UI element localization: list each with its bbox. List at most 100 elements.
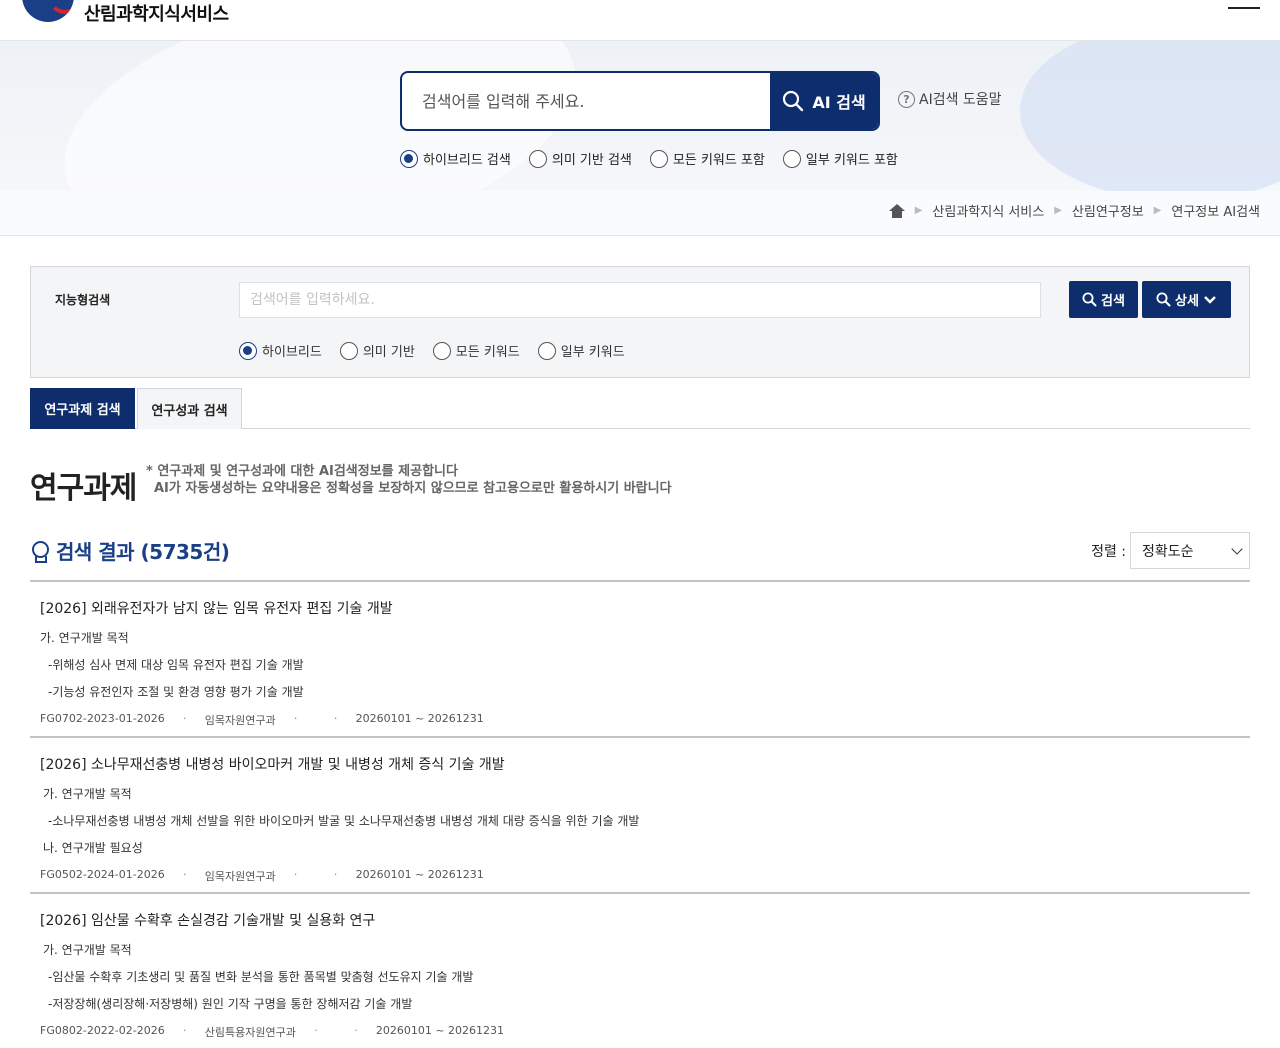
top-header: 산림과학지식서비스 [0, 0, 1280, 41]
filter-mode-all-keywords[interactable]: 모든 키워드 [432, 341, 520, 360]
hero-mode-semantic[interactable]: 의미 기반 검색 [528, 149, 632, 168]
home-icon[interactable] [888, 203, 905, 218]
detail-search-button[interactable]: 상세 [1142, 281, 1231, 318]
logo-emblem-icon[interactable] [22, 0, 74, 22]
filter-mode-hybrid[interactable]: 하이브리드 [239, 341, 322, 360]
result-summary-line: 가. 연구개발 목적 [43, 787, 132, 801]
meta-separator: · [333, 868, 338, 881]
filter-mode-group: 하이브리드 의미 기반 모든 키워드 일부 키워드 [239, 341, 625, 360]
search-icon [1156, 292, 1171, 307]
result-summary-line: -기능성 유전인자 조절 및 환경 영향 평가 기술 개발 [48, 685, 304, 699]
result-code: FG0502-2024-01-2026 [40, 868, 165, 881]
radio-selected[interactable] [400, 149, 418, 168]
meta-separator: · [183, 1024, 187, 1037]
search-tabs: 연구과제 검색 연구성과 검색 [30, 388, 1250, 429]
result-summary-line: 가. 연구개발 목적 [43, 943, 132, 957]
filter-mode-semantic[interactable]: 의미 기반 [339, 341, 415, 360]
ai-search-button-label: AI 검색 [812, 93, 866, 112]
site-title[interactable]: 산림과학지식서비스 [84, 0, 229, 26]
meta-separator: · [314, 1024, 318, 1037]
results-count-title: 검색 결과 (5735건) [56, 540, 230, 564]
meta-separator: · [354, 1024, 358, 1037]
result-meta: FG0502-2024-01-2026 · 임목자원연구과 · · 202601… [40, 868, 1240, 884]
breadcrumb-separator: ▶ [1054, 205, 1062, 216]
result-dept: 임목자원연구과 [204, 714, 276, 727]
chevron-down-icon [1204, 295, 1216, 304]
search-button-label: 검색 [1101, 294, 1125, 309]
breadcrumb-item[interactable]: 산림연구정보 [1072, 201, 1144, 220]
sort-select[interactable]: 정확도순 [1130, 532, 1250, 569]
ai-search-button[interactable]: AI 검색 [770, 73, 878, 129]
hero-mode-some-keywords[interactable]: 일부 키워드 포함 [782, 149, 898, 168]
intelligent-search-label: 지능형검색 [55, 293, 111, 307]
result-summary-line: 나. 연구개발 필요성 [43, 841, 143, 855]
ai-search-help-link[interactable]: ? AI검색 도움말 [898, 89, 1002, 109]
search-button[interactable]: 검색 [1069, 281, 1138, 318]
result-dept: 산림특용자원연구과 [204, 1026, 296, 1039]
results-header: 검색 결과 (5735건) [30, 536, 230, 565]
sort-selected-value: 정확도순 [1142, 543, 1194, 560]
radio[interactable] [528, 149, 547, 168]
radio[interactable] [432, 341, 451, 360]
help-icon: ? [898, 90, 915, 108]
radio-label: 모든 키워드 [455, 345, 520, 360]
result-title-link[interactable]: [2026] 외래유전자가 남지 않는 임목 유전자 편집 기술 개발 [40, 598, 1240, 618]
radio[interactable] [649, 149, 668, 168]
breadcrumb-item[interactable]: 연구정보 AI검색 [1171, 201, 1260, 220]
ai-search-input[interactable] [402, 73, 770, 129]
hero-mode-hybrid[interactable]: 하이브리드 검색 [400, 149, 511, 168]
breadcrumb-separator: ▶ [914, 205, 923, 216]
result-code: FG0802-2022-02-2026 [40, 1024, 165, 1037]
radio-label: 하이브리드 검색 [423, 153, 511, 168]
radio-label: 일부 키워드 포함 [805, 153, 898, 168]
notice-line-1: * 연구과제 및 연구성과에 대한 AI검색정보를 제공합니다 [146, 464, 458, 479]
tab-outcome-search[interactable]: 연구성과 검색 [137, 388, 242, 429]
tab-project-search[interactable]: 연구과제 검색 [30, 388, 135, 429]
result-period: 20260101 ~ 20261231 [355, 868, 484, 881]
result-summary-line: -임산물 수확후 기초생리 및 품질 변화 분석을 통한 품목별 맞춤형 선도유… [48, 970, 474, 984]
breadcrumb-bar: ▶ 산림과학지식 서비스 ▶ 산림연구정보 ▶ 연구정보 AI검색 [0, 191, 1280, 236]
menu-icon[interactable] [1228, 4, 1262, 12]
breadcrumb-item[interactable]: 산림과학지식 서비스 [932, 201, 1044, 220]
section-notice: * 연구과제 및 연구성과에 대한 AI검색정보를 제공합니다 AI가 자동생성… [146, 463, 672, 497]
meta-separator: · [333, 712, 338, 725]
intelligent-search-panel: 지능형검색 검색 상세 하이브리드 의미 기반 모든 키워드 일부 키워드 [30, 266, 1250, 378]
list-item: [2026] 소나무재선충병 내병성 바이오마커 개발 및 내병성 개체 증식 … [30, 736, 1250, 892]
breadcrumb-separator: ▶ [1153, 205, 1162, 216]
radio[interactable] [782, 149, 801, 168]
list-item: [2026] 임산물 수확후 손실경감 기술개발 및 실용화 연구 가. 연구개… [30, 892, 1250, 1048]
result-title-link[interactable]: [2026] 임산물 수확후 손실경감 기술개발 및 실용화 연구 [40, 910, 1240, 930]
radio-label: 모든 키워드 포함 [672, 153, 765, 168]
sort-label: 정렬 : [1091, 543, 1126, 560]
hero-mode-all-keywords[interactable]: 모든 키워드 포함 [649, 149, 765, 168]
result-meta: FG0702-2023-01-2026 · 임목자원연구과 · · 202601… [40, 712, 1240, 728]
radio[interactable] [339, 341, 358, 360]
result-meta: FG0802-2022-02-2026 · 산림특용자원연구과 · · 2026… [40, 1024, 1240, 1040]
ai-search-help-label: AI검색 도움말 [919, 92, 1002, 108]
result-title-link[interactable]: [2026] 소나무재선충병 내병성 바이오마커 개발 및 내병성 개체 증식 … [40, 754, 1240, 774]
hero-search-mode-group: 하이브리드 검색 의미 기반 검색 모든 키워드 포함 일부 키워드 포함 [400, 149, 898, 168]
ai-search-box: AI 검색 [400, 71, 880, 131]
radio-selected[interactable] [239, 341, 257, 360]
results-list: [2026] 외래유전자가 남지 않는 임목 유전자 편집 기술 개발 가. 연… [30, 580, 1250, 1048]
result-summary-line: -소나무재선충병 내병성 개체 선발을 위한 바이오마커 발굴 및 소나무재선충… [48, 814, 640, 828]
radio[interactable] [537, 341, 556, 360]
filter-mode-some-keywords[interactable]: 일부 키워드 [537, 341, 625, 360]
result-code: FG0702-2023-01-2026 [40, 712, 165, 725]
radio-label: 하이브리드 [262, 345, 322, 360]
result-summary-line: -저장장해(생리장해·저장병해) 원인 기작 구명을 통한 장해저감 기술 개발 [48, 997, 413, 1011]
intelligent-search-input[interactable] [239, 282, 1041, 318]
radio-label: 일부 키워드 [560, 345, 625, 360]
radio-label: 의미 기반 [362, 345, 415, 360]
breadcrumb: ▶ 산림과학지식 서비스 ▶ 산림연구정보 ▶ 연구정보 AI검색 [888, 201, 1260, 220]
bulb-icon [30, 540, 49, 563]
result-summary-line: -위해성 심사 면제 대상 임목 유전자 편집 기술 개발 [48, 658, 304, 672]
search-icon [783, 90, 804, 112]
result-dept: 임목자원연구과 [204, 870, 276, 883]
search-icon [1082, 292, 1097, 307]
result-period: 20260101 ~ 20261231 [375, 1024, 505, 1037]
result-period: 20260101 ~ 20261231 [355, 712, 484, 725]
list-item: [2026] 외래유전자가 남지 않는 임목 유전자 편집 기술 개발 가. 연… [30, 580, 1250, 736]
meta-separator: · [183, 712, 187, 725]
result-summary-line: 가. 연구개발 목적 [40, 631, 129, 645]
